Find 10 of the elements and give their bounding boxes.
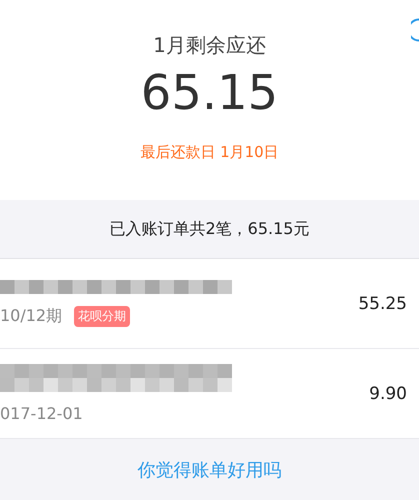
order-amount: 55.25 <box>358 294 407 314</box>
order-detail: 10/12期 <box>0 306 62 327</box>
order-row[interactable]: 10/12期 花呗分期 55.25 <box>0 259 419 349</box>
due-date: 最后还款日 1月10日 <box>140 143 279 162</box>
order-detail: 017-12-01 <box>0 404 83 423</box>
installment-tag: 花呗分期 <box>74 306 130 327</box>
bill-title: 1月剩余应还 <box>153 32 266 59</box>
order-amount: 9.90 <box>369 384 407 404</box>
amount-due: 65.15 <box>140 65 278 121</box>
order-row[interactable]: 017-12-01 9.90 <box>0 349 419 439</box>
